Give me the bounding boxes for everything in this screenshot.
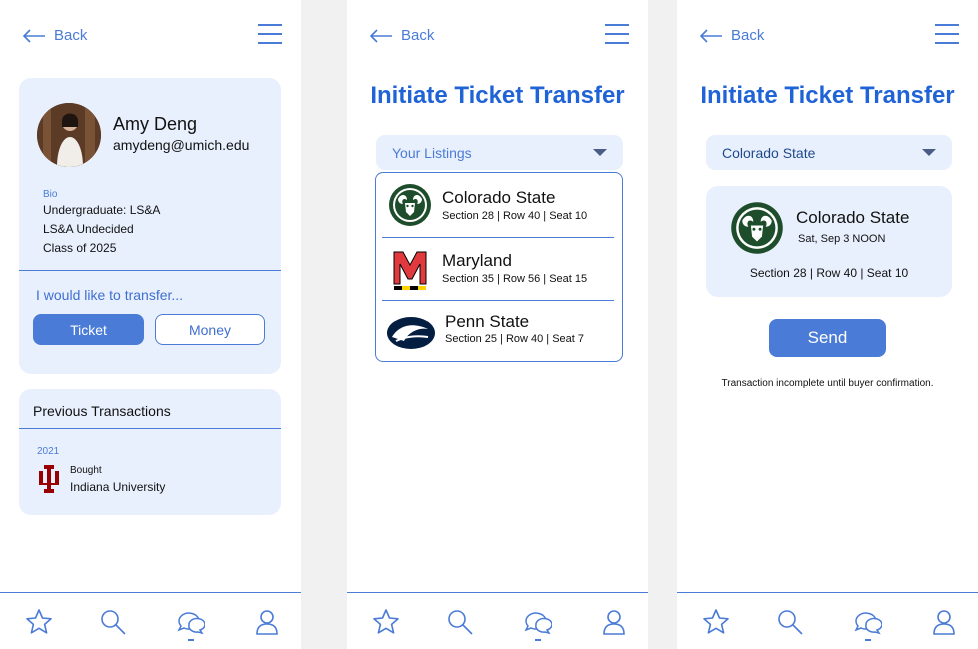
avatar	[37, 103, 101, 167]
back-label: Back	[54, 27, 88, 44]
list-item[interactable]: Colorado State Section 28 | Row 40 | Sea…	[376, 173, 622, 236]
divider	[19, 428, 281, 429]
money-button[interactable]: Money	[155, 314, 265, 345]
colorado-state-logo-icon	[389, 184, 431, 226]
top-bar: Back	[677, 0, 978, 72]
game-date: Sat, Sep 3 NOON	[798, 233, 886, 245]
transactions-heading: Previous Transactions	[33, 403, 171, 419]
list-item[interactable]: Maryland Section 35 | Row 56 | Seat 15	[376, 238, 622, 301]
profile-icon	[256, 610, 278, 635]
listings-dropdown[interactable]: Colorado State	[706, 135, 952, 170]
penn-state-logo-icon	[387, 317, 435, 349]
previous-transactions-card: Previous Transactions 2021 Bought Indian…	[19, 389, 281, 515]
arrow-left-icon	[22, 28, 45, 43]
team-name: Colorado State	[442, 188, 556, 207]
messages-tab[interactable]	[852, 607, 883, 637]
bio-label: Bio	[43, 189, 58, 200]
hamburger-menu-icon[interactable]	[258, 24, 282, 46]
chevron-down-icon	[922, 149, 936, 156]
favorites-tab[interactable]	[24, 607, 54, 637]
confirm-transfer-screen: Back Initiate Ticket Transfer Colorado S…	[677, 0, 978, 649]
profile-tab[interactable]	[252, 607, 282, 637]
colorado-state-logo-icon	[731, 202, 783, 254]
profile-icon	[603, 610, 625, 635]
bottom-nav	[0, 592, 301, 649]
seat-info: Section 28 | Row 40 | Seat 10	[442, 210, 588, 222]
seat-info: Section 28 | Row 40 | Seat 10	[749, 266, 909, 280]
listings-dropdown[interactable]: Your Listings	[376, 135, 623, 170]
back-button[interactable]: Back	[22, 27, 87, 44]
profile-screen: Back Amy Deng amydeng@umich.edu Bio Unde…	[0, 0, 301, 649]
search-tab[interactable]	[775, 607, 805, 637]
profile-email: amydeng@umich.edu	[113, 137, 250, 153]
search-icon	[448, 610, 473, 635]
back-button[interactable]: Back	[699, 27, 764, 44]
search-icon	[778, 610, 803, 635]
dropdown-label: Your Listings	[392, 144, 472, 161]
transaction-year: 2021	[37, 446, 60, 457]
profile-icon	[933, 610, 955, 635]
star-icon	[703, 609, 729, 634]
favorites-tab[interactable]	[701, 607, 731, 637]
send-button[interactable]: Send	[769, 319, 886, 357]
profile-tab[interactable]	[929, 607, 959, 637]
chat-icon	[177, 612, 206, 635]
team-name: Maryland	[442, 251, 512, 270]
listings-list: Colorado State Section 28 | Row 40 | Sea…	[375, 172, 623, 362]
favorites-tab[interactable]	[371, 607, 401, 637]
search-tab[interactable]	[98, 607, 128, 637]
messages-tab[interactable]	[522, 607, 553, 637]
arrow-left-icon	[369, 28, 392, 43]
bio-line: Class of 2025	[43, 241, 117, 255]
back-button[interactable]: Back	[369, 27, 434, 44]
search-tab[interactable]	[445, 607, 475, 637]
bio-line: Undergraduate: LS&A	[43, 203, 161, 217]
chat-icon	[854, 612, 883, 635]
active-indicator	[865, 639, 871, 641]
profile-name: Amy Deng	[113, 114, 198, 134]
chevron-down-icon	[593, 149, 607, 156]
listings-screen: Back Initiate Ticket Transfer Your Listi…	[347, 0, 648, 649]
maryland-logo-icon	[393, 251, 427, 290]
confirmation-note: Transaction incomplete until buyer confi…	[721, 378, 934, 389]
team-name: Colorado State	[796, 208, 910, 227]
bottom-nav	[347, 592, 648, 649]
ticket-card: Colorado State Sat, Sep 3 NOON Section 2…	[706, 186, 952, 297]
dropdown-selected: Colorado State	[722, 144, 816, 161]
divider	[19, 270, 281, 271]
transfer-prompt: I would like to transfer...	[36, 287, 184, 303]
ticket-button[interactable]: Ticket	[33, 314, 144, 345]
top-bar: Back	[0, 0, 301, 72]
bio-line: LS&A Undecided	[43, 222, 134, 236]
transaction-action: Bought	[70, 465, 102, 476]
page-title: Initiate Ticket Transfer	[370, 82, 625, 109]
team-name: Penn State	[445, 312, 530, 331]
page-title: Initiate Ticket Transfer	[700, 82, 955, 109]
transaction-school[interactable]: Indiana University	[70, 480, 165, 494]
indiana-logo-icon	[39, 465, 59, 493]
arrow-left-icon	[699, 28, 722, 43]
back-label: Back	[731, 27, 765, 44]
active-indicator	[535, 639, 541, 641]
seat-info: Section 35 | Row 56 | Seat 15	[442, 273, 588, 285]
star-icon	[26, 609, 52, 634]
bottom-nav	[677, 592, 978, 649]
list-item[interactable]: Penn State Section 25 | Row 40 | Seat 7	[376, 301, 622, 364]
active-indicator	[188, 639, 194, 641]
messages-tab[interactable]	[175, 607, 206, 637]
star-icon	[373, 609, 399, 634]
hamburger-menu-icon[interactable]	[935, 24, 959, 46]
chat-icon	[524, 612, 553, 635]
profile-tab[interactable]	[599, 607, 629, 637]
profile-card: Amy Deng amydeng@umich.edu Bio Undergrad…	[19, 78, 281, 374]
hamburger-menu-icon[interactable]	[605, 24, 629, 46]
seat-info: Section 25 | Row 40 | Seat 7	[445, 333, 585, 345]
top-bar: Back	[347, 0, 648, 72]
search-icon	[101, 610, 126, 635]
back-label: Back	[401, 27, 435, 44]
